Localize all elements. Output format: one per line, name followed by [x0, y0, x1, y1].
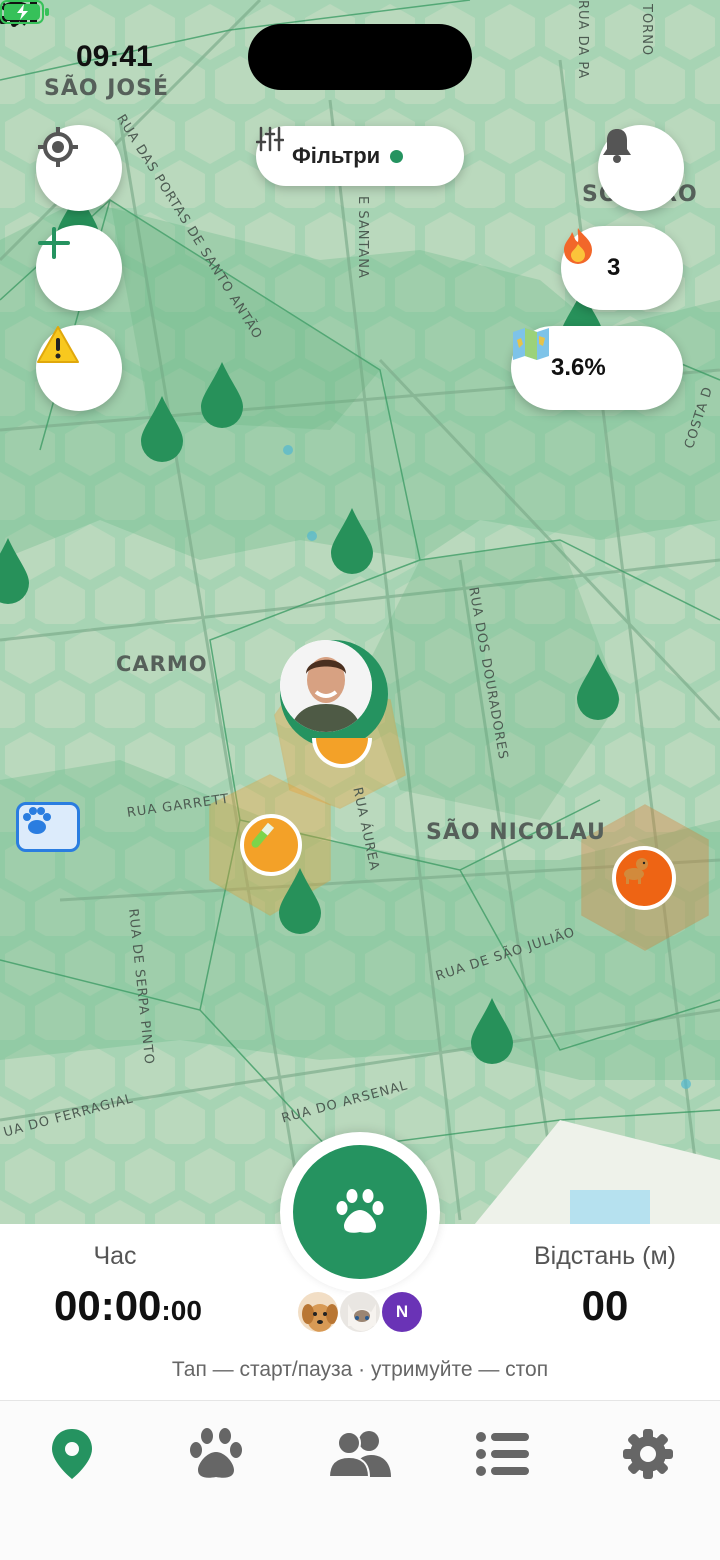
status-time: 09:41 [76, 40, 153, 73]
tab-list[interactable] [462, 1419, 542, 1489]
battery-icon [0, 0, 49, 24]
street-label: RUA DA PA [575, 0, 590, 80]
coverage-badge[interactable]: 3.6% [511, 326, 683, 410]
tab-bar [0, 1400, 720, 1560]
pet-avatar-cat[interactable] [338, 1290, 382, 1334]
test-tube-icon [251, 822, 275, 848]
walk-hint: Тап — старт/пауза · утримуйте — стоп [171, 1358, 549, 1381]
tab-friends[interactable] [320, 1419, 400, 1489]
plus-icon [38, 227, 70, 259]
pet-avatar-dog[interactable] [296, 1290, 340, 1334]
coverage-percent: 3.6% [551, 354, 606, 381]
app-screen: SÃO JOSÉ CARMO SÃO NICOLAU SO RO RUA DAS… [0, 0, 720, 1560]
zone-marker-pet[interactable] [612, 846, 676, 910]
paw-icon [336, 1189, 384, 1233]
paw-icon [190, 1428, 242, 1478]
filters-button[interactable]: Фільтри [256, 126, 464, 186]
streak-count: 3 [607, 254, 621, 281]
filters-label: Фільтри [292, 143, 381, 168]
tab-pets[interactable] [176, 1419, 256, 1489]
dog-icon [624, 858, 648, 884]
filters-active-dot [390, 149, 404, 163]
tab-settings[interactable] [608, 1419, 688, 1489]
pin-icon [52, 1429, 92, 1479]
list-icon [476, 1432, 529, 1476]
pet-avatar-initial[interactable]: N [380, 1290, 424, 1334]
tab-map[interactable] [32, 1419, 112, 1489]
street-label: E SANTANA [355, 196, 370, 279]
time-main: 00:00 [54, 1282, 162, 1329]
notifications-button[interactable] [598, 125, 684, 211]
add-button[interactable] [36, 225, 122, 311]
fire-icon [564, 228, 592, 264]
locate-icon [38, 127, 78, 167]
start-walk-button-frame [280, 1132, 440, 1292]
filter-icon [256, 126, 284, 152]
dynamic-island [248, 24, 472, 90]
district-label: SÃO NICOLAU [426, 820, 606, 845]
district-label: CARMO [116, 652, 208, 676]
user-location-marker[interactable] [280, 640, 388, 748]
locate-button[interactable] [36, 125, 122, 211]
distance-value: 00 [581, 1282, 629, 1329]
time-fraction: :00 [161, 1295, 202, 1326]
gear-icon [623, 1429, 673, 1479]
zone-marker-orange[interactable] [240, 814, 302, 876]
district-label: SÃO JOSÉ [44, 76, 169, 101]
map-icon [513, 328, 549, 360]
distance-label: Відстань (м) [533, 1242, 676, 1270]
user-avatar [280, 640, 372, 732]
time-value: 00:00:00 [54, 1282, 234, 1330]
bell-icon [603, 129, 631, 163]
report-hazard-button[interactable] [36, 325, 122, 411]
start-walk-button[interactable] [288, 1140, 432, 1284]
paw-zone-icon[interactable] [16, 802, 80, 852]
group-icon [327, 1431, 391, 1478]
time-label: Час [93, 1242, 137, 1270]
warning-icon [37, 326, 79, 363]
map-view[interactable]: SÃO JOSÉ CARMO SÃO NICOLAU SO RO RUA DAS… [0, 0, 720, 1230]
street-label: TORNO [639, 4, 654, 57]
streak-badge[interactable]: 3 [561, 226, 683, 310]
